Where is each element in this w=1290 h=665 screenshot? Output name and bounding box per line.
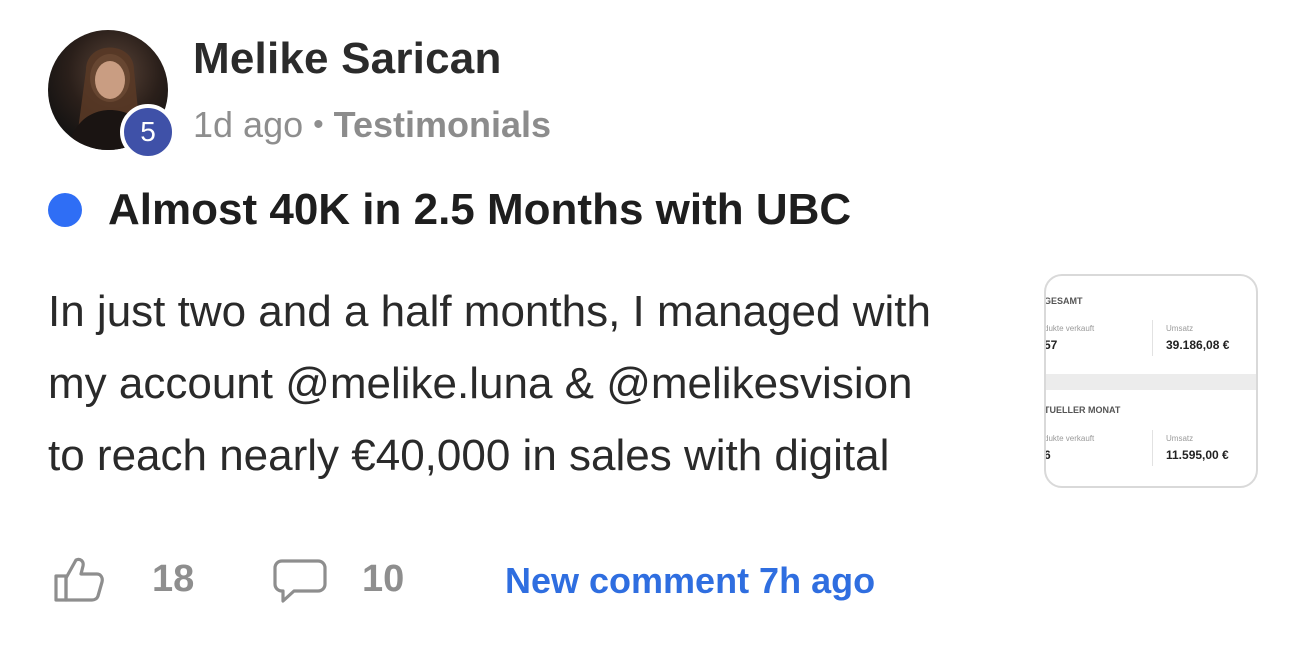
- author-avatar-wrap[interactable]: 5: [48, 30, 176, 160]
- post-body-line: In just two and a half months, I managed…: [48, 287, 931, 336]
- unread-indicator-icon: [48, 193, 82, 227]
- thumb-band: [1046, 374, 1256, 390]
- thumb-value: 11.595,00 €: [1166, 448, 1229, 462]
- comment-count: 10: [362, 558, 405, 600]
- thumb-label: dukte verkauft: [1044, 434, 1095, 443]
- thumb-divider: [1152, 430, 1153, 466]
- thumb-label: Umsatz: [1166, 324, 1194, 333]
- thumb-value: 57: [1044, 338, 1058, 352]
- post-thumbnail[interactable]: GESAMT dukte verkauft 57 Umsatz 39.186,0…: [1044, 274, 1258, 488]
- post-meta: 1d ago • Testimonials: [193, 104, 551, 146]
- level-badge: 5: [120, 104, 176, 160]
- thumb-value: 39.186,08 €: [1166, 338, 1230, 352]
- thumb-label: Umsatz: [1166, 434, 1194, 443]
- thumb-section-title: GESAMT: [1044, 296, 1083, 306]
- author-name[interactable]: Melike Sarican: [193, 34, 502, 84]
- post-title[interactable]: Almost 40K in 2.5 Months with UBC: [108, 185, 851, 235]
- speech-bubble-icon[interactable]: [272, 558, 328, 609]
- thumb-section-title: TUELLER MONAT: [1044, 405, 1121, 415]
- like-count: 18: [152, 558, 195, 600]
- post-body-line: to reach nearly €40,000 in sales with di…: [48, 431, 890, 480]
- post-body[interactable]: In just two and a half months, I managed…: [48, 276, 1028, 492]
- post-time: 1d ago: [193, 104, 304, 145]
- thumb-label: dukte verkauft: [1044, 324, 1095, 333]
- meta-separator: •: [313, 108, 324, 141]
- post-category[interactable]: Testimonials: [334, 104, 551, 146]
- post-title-row[interactable]: Almost 40K in 2.5 Months with UBC: [48, 185, 851, 235]
- post-body-line: my account @melike.luna & @melikesvision: [48, 359, 913, 408]
- post-footer: 18 10 New comment 7h ago: [52, 556, 1152, 606]
- thumb-value: 6: [1044, 448, 1051, 462]
- thumbs-up-icon[interactable]: [52, 556, 104, 609]
- new-comment-link[interactable]: New comment 7h ago: [505, 560, 875, 602]
- thumb-divider: [1152, 320, 1153, 356]
